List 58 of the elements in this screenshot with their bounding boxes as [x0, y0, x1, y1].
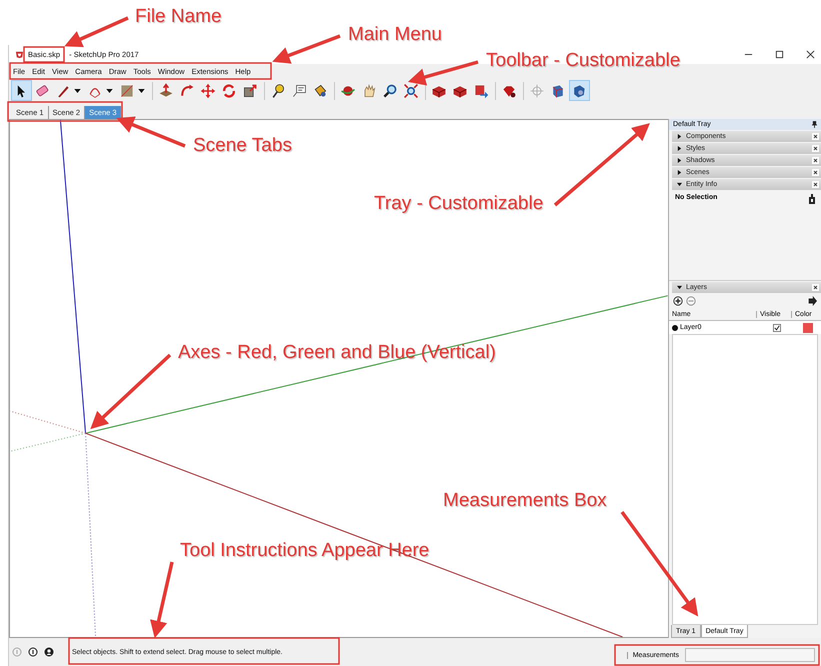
details-arrow-icon[interactable]: [807, 296, 817, 306]
annotation-label: Axes - Red, Green and Blue (Vertical): [178, 342, 496, 364]
expand-triangle-icon: [677, 170, 682, 175]
pin-icon[interactable]: [812, 121, 817, 128]
camera-cube-tool[interactable]: [569, 80, 590, 101]
text-label-icon: [291, 82, 307, 98]
annotation-arrow: [64, 16, 129, 48]
annotation-label: Scene Tabs: [193, 135, 292, 157]
pointer-tool[interactable]: [11, 80, 32, 101]
expand-triangle-icon: [677, 134, 682, 139]
eraser-icon: [34, 82, 50, 98]
user-icon[interactable]: [44, 647, 54, 657]
close-icon[interactable]: [812, 133, 819, 140]
annotation-arrow: [116, 116, 186, 148]
push-pull-icon: [158, 82, 174, 98]
annotation-arrow: [408, 60, 478, 86]
rotate-icon: [221, 82, 237, 98]
current-layer-radio[interactable]: [672, 324, 678, 330]
collapse-triangle-icon: [677, 182, 682, 187]
annotation-label: Toolbar - Customizable: [486, 50, 680, 72]
annotation-label: Main Menu: [348, 24, 442, 46]
annotation-arrow: [272, 34, 341, 64]
annotation-label: Tool Instructions Appear Here: [180, 540, 430, 562]
crosshair-icon: [529, 82, 545, 98]
info-circle-icon[interactable]: [28, 647, 38, 657]
close-icon[interactable]: [812, 169, 819, 176]
annotation-label: File Name: [135, 6, 222, 28]
caret-icon: [106, 88, 113, 92]
measurements-field[interactable]: [685, 648, 815, 662]
caret-icon: [138, 88, 145, 92]
move-icon: [200, 82, 216, 98]
app-logo-icon: [15, 50, 24, 59]
curved-arrow-icon: [179, 82, 195, 98]
search-icon: [382, 82, 398, 98]
collapse-triangle-icon: [677, 285, 682, 290]
rectangle-icon: [119, 82, 135, 98]
share-model-icon: [473, 82, 489, 98]
entity-icon[interactable]: [809, 194, 815, 204]
annotation-label: Measurements Box: [443, 490, 607, 512]
maximize-icon[interactable]: [775, 50, 784, 59]
visible-checkbox[interactable]: [772, 324, 780, 332]
close-icon[interactable]: [812, 157, 819, 164]
expand-triangle-icon: [677, 158, 682, 163]
close-icon[interactable]: [806, 50, 815, 59]
tape-measure-icon: [270, 82, 286, 98]
annotation-label: Tray - Customizable: [374, 193, 544, 215]
close-icon[interactable]: [812, 181, 819, 188]
paint-bucket-icon: [312, 82, 328, 98]
zoom-extents-icon: [403, 82, 419, 98]
close-icon[interactable]: [812, 284, 819, 291]
scale-icon: [242, 82, 258, 98]
close-icon[interactable]: [812, 145, 819, 152]
caret-icon: [74, 88, 81, 92]
layer-color-swatch[interactable]: [803, 322, 813, 332]
expand-triangle-icon: [677, 146, 682, 151]
section-cube-icon: [550, 82, 566, 98]
add-icon[interactable]: [673, 296, 683, 306]
camera-cube-icon: [571, 82, 587, 98]
